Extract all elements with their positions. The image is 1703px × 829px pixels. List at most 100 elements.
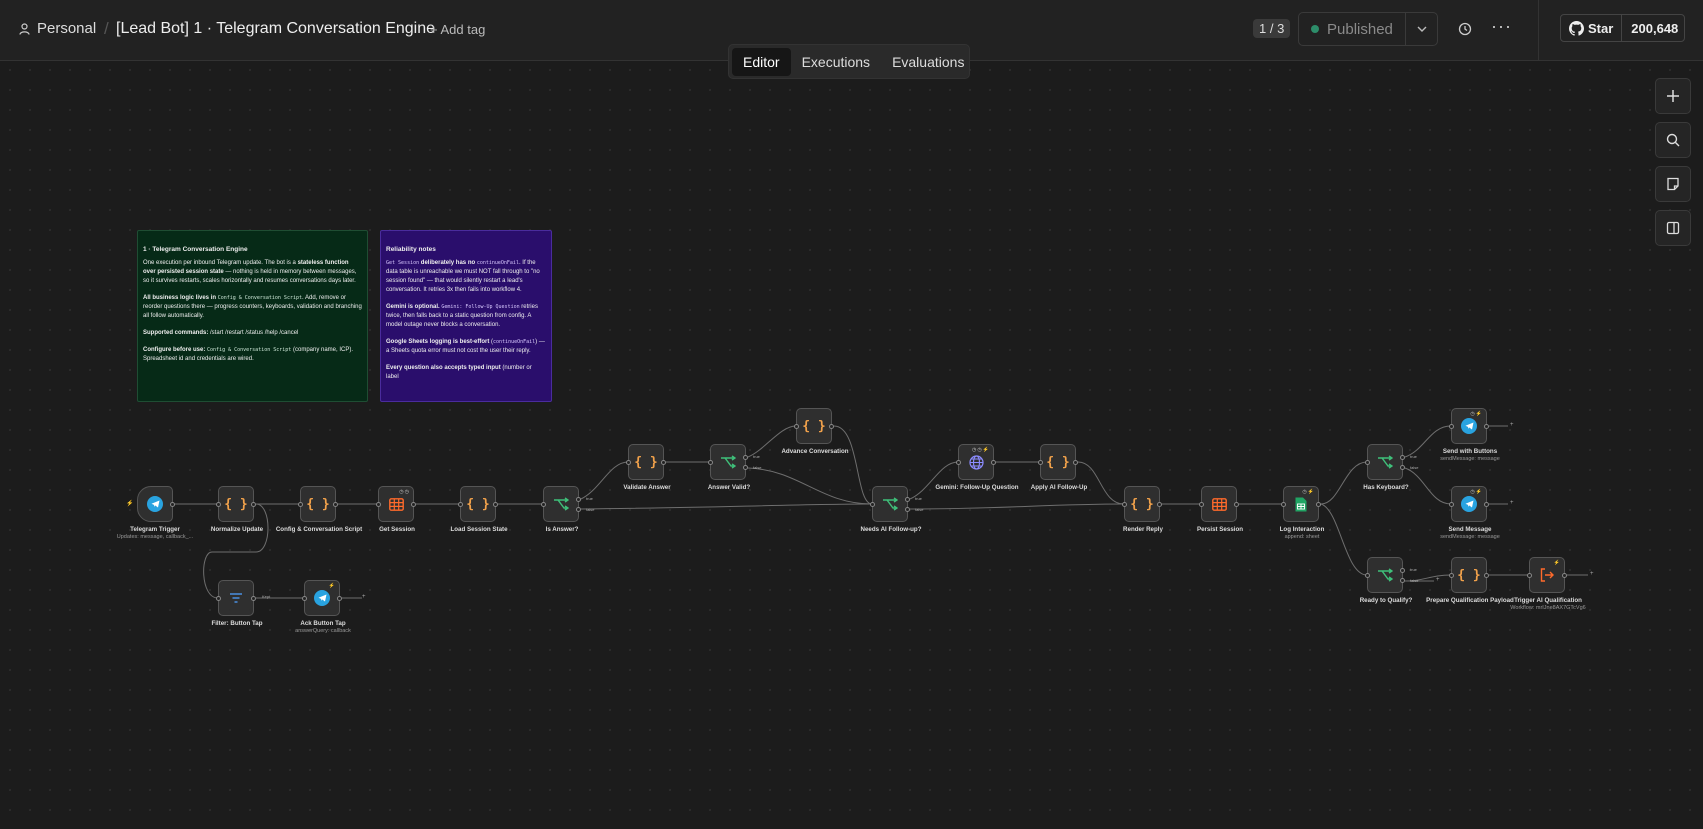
output-port-false[interactable]: [1400, 465, 1405, 470]
output-port-false[interactable]: [905, 507, 910, 512]
node-load-session-state[interactable]: { }: [458, 486, 498, 522]
output-port[interactable]: [493, 502, 498, 507]
branch-label-false: false: [753, 465, 762, 470]
input-port[interactable]: [1527, 573, 1532, 578]
add-next-node-button[interactable]: +: [1510, 422, 1514, 428]
input-port[interactable]: [1365, 460, 1370, 465]
output-port[interactable]: [251, 502, 256, 507]
add-next-node-button[interactable]: +: [1510, 500, 1514, 506]
node-label: Get Session: [379, 526, 415, 533]
node-is-answer[interactable]: [541, 486, 581, 522]
node-answer-valid[interactable]: [708, 444, 748, 480]
input-port[interactable]: [1449, 502, 1454, 507]
node-get-session[interactable]: ◷◷: [376, 486, 416, 522]
if-branch-icon: [554, 497, 569, 511]
branch-label-true: true: [1410, 454, 1417, 459]
output-port[interactable]: [829, 424, 834, 429]
node-send-message[interactable]: ◷⚡: [1449, 486, 1489, 522]
telegram-icon: [1461, 496, 1477, 512]
input-port[interactable]: [1038, 460, 1043, 465]
input-port[interactable]: [1449, 424, 1454, 429]
add-next-node-button[interactable]: +: [1436, 577, 1440, 583]
input-port[interactable]: [376, 502, 381, 507]
node-persist-session[interactable]: [1199, 486, 1239, 522]
node-filter-button-tap[interactable]: [216, 580, 256, 616]
code-icon: { }: [466, 496, 490, 512]
output-port[interactable]: [1157, 502, 1162, 507]
input-port[interactable]: [1365, 573, 1370, 578]
code-icon: { }: [306, 496, 330, 512]
output-port-true[interactable]: [1400, 455, 1405, 460]
node-send-with-buttons[interactable]: ◷⚡: [1449, 408, 1489, 444]
output-port[interactable]: [1234, 502, 1239, 507]
input-port[interactable]: [1122, 502, 1127, 507]
output-port-false[interactable]: [1400, 578, 1405, 583]
input-port[interactable]: [794, 424, 799, 429]
add-next-node-button[interactable]: +: [1590, 571, 1594, 577]
node-label: Send Message sendMessage: message: [1440, 526, 1500, 540]
output-port[interactable]: [251, 596, 256, 601]
node-config-script[interactable]: { }: [298, 486, 338, 522]
node-normalize-update[interactable]: { }: [216, 486, 256, 522]
output-port[interactable]: [1316, 502, 1321, 507]
input-port[interactable]: [870, 502, 875, 507]
output-port[interactable]: [991, 460, 996, 465]
input-port[interactable]: [708, 460, 713, 465]
output-port[interactable]: [333, 502, 338, 507]
if-branch-icon: [1378, 455, 1393, 469]
output-port[interactable]: [661, 460, 666, 465]
node-label: Needs AI Follow-up?: [860, 526, 922, 533]
node-validate-answer[interactable]: { }: [626, 444, 666, 480]
node-trigger-ai-qualification[interactable]: ⚡: [1527, 557, 1567, 593]
node-label: Prepare Qualification Payload: [1426, 597, 1514, 604]
output-port[interactable]: [1484, 573, 1489, 578]
output-port[interactable]: [1562, 573, 1567, 578]
node-needs-ai-followup[interactable]: [870, 486, 910, 522]
node-ack-button-tap[interactable]: ⚡: [302, 580, 342, 616]
node-label: Config & Conversation Script: [275, 526, 363, 533]
output-port-false[interactable]: [743, 465, 748, 470]
input-port[interactable]: [541, 502, 546, 507]
node-status-badges: ◷⚡: [1470, 411, 1483, 417]
node-label: Load Session State: [450, 526, 508, 533]
input-port[interactable]: [1281, 502, 1286, 507]
connection: [1320, 461, 1368, 505]
output-port-true[interactable]: [576, 497, 581, 502]
output-port[interactable]: [337, 596, 342, 601]
branch-label-false: false: [586, 507, 595, 512]
branch-label-true: true: [915, 496, 922, 501]
node-prepare-qualification[interactable]: { }: [1449, 557, 1489, 593]
input-port[interactable]: [626, 460, 631, 465]
node-ready-to-qualify[interactable]: [1365, 557, 1405, 593]
node-render-reply[interactable]: { }: [1122, 486, 1162, 522]
node-label: Trigger AI Qualification Workflow: mrIJn…: [1510, 597, 1586, 611]
output-port[interactable]: [1484, 502, 1489, 507]
output-port[interactable]: [1073, 460, 1078, 465]
node-gemini-followup[interactable]: ◷◷⚡: [956, 444, 996, 480]
input-port[interactable]: [216, 596, 221, 601]
node-label: Ready to Qualify?: [1359, 597, 1413, 604]
output-port-true[interactable]: [905, 497, 910, 502]
node-apply-ai-followup[interactable]: { }: [1038, 444, 1078, 480]
connection: [909, 503, 1125, 510]
input-port[interactable]: [298, 502, 303, 507]
node-has-keyboard[interactable]: [1365, 444, 1405, 480]
node-log-interaction[interactable]: ◷⚡: [1281, 486, 1321, 522]
output-port-false[interactable]: [576, 507, 581, 512]
output-port[interactable]: [1484, 424, 1489, 429]
input-port[interactable]: [956, 460, 961, 465]
input-port[interactable]: [216, 502, 221, 507]
input-port[interactable]: [1199, 502, 1204, 507]
add-next-node-button[interactable]: +: [362, 594, 366, 600]
node-telegram-trigger[interactable]: [137, 486, 175, 522]
input-port[interactable]: [1449, 573, 1454, 578]
output-port-true[interactable]: [1400, 568, 1405, 573]
input-port[interactable]: [458, 502, 463, 507]
code-icon: { }: [1046, 454, 1070, 470]
node-advance-conversation[interactable]: { }: [794, 408, 834, 444]
node-label: Telegram Trigger Updates: message, callb…: [116, 526, 194, 540]
input-port[interactable]: [302, 596, 307, 601]
output-port[interactable]: [170, 502, 175, 507]
output-port-true[interactable]: [743, 455, 748, 460]
output-port[interactable]: [411, 502, 416, 507]
